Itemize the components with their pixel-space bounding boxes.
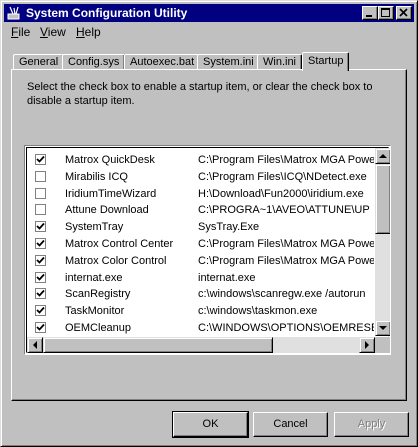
startup-item-checkbox[interactable] bbox=[35, 288, 46, 300]
checkmark-icon bbox=[36, 239, 45, 247]
startup-item-command: C:\Program Files\Matrox MGA PowerD bbox=[198, 154, 374, 166]
title-bar[interactable]: System Configuration Utility bbox=[4, 4, 414, 22]
startup-item-command: C:\Program Files\ICQ\NDetect.exe bbox=[198, 170, 367, 183]
startup-item-command: SysTray.Exe bbox=[198, 221, 260, 234]
menu-view-mnemonic: V bbox=[40, 25, 48, 39]
menu-bar: File View Help bbox=[4, 23, 414, 41]
menu-file-label: ile bbox=[18, 25, 31, 39]
scrollbar-corner bbox=[375, 337, 390, 353]
menu-help[interactable]: Help bbox=[76, 25, 101, 39]
scroll-right-button[interactable] bbox=[359, 337, 375, 353]
tab-general[interactable]: General bbox=[13, 54, 65, 70]
startup-item-name: Matrox Control Center bbox=[65, 237, 174, 250]
apply-label: Apply bbox=[357, 418, 386, 430]
minimize-icon bbox=[366, 15, 372, 17]
horizontal-scrollbar[interactable] bbox=[27, 337, 375, 353]
startup-item-command: C:\PROGRA~1\AVEO\ATTUNE\UP bbox=[198, 204, 370, 217]
tab-win-ini[interactable]: Win.ini bbox=[257, 54, 303, 70]
minimize-button[interactable] bbox=[362, 6, 378, 20]
scroll-down-button[interactable] bbox=[375, 320, 390, 336]
startup-item-name: TaskMonitor bbox=[65, 305, 125, 318]
startup-item-command: c:\windows\scanregw.exe /autorun bbox=[198, 288, 366, 301]
startup-item-checkbox[interactable] bbox=[35, 187, 46, 199]
startup-item-checkbox[interactable] bbox=[35, 170, 46, 182]
horizontal-scroll-thumb[interactable] bbox=[43, 337, 273, 353]
menu-file[interactable]: File bbox=[11, 25, 30, 39]
menu-view-label: iew bbox=[47, 25, 66, 39]
startup-item-command: H:\Download\Fun2000\iridium.exe bbox=[198, 187, 364, 200]
startup-item-checkbox[interactable] bbox=[35, 305, 46, 317]
ok-button[interactable]: OK bbox=[172, 411, 249, 438]
system-configuration-window: System Configuration Utility File View H… bbox=[0, 0, 418, 447]
startup-item-checkbox[interactable] bbox=[35, 221, 46, 233]
startup-item-row[interactable]: ScanRegistry c:\windows\scanregw.exe /aut… bbox=[27, 286, 374, 303]
maximize-button[interactable] bbox=[378, 6, 394, 20]
startup-item-command: C:\Program Files\Matrox MGA PowerD bbox=[198, 237, 374, 250]
close-button[interactable] bbox=[396, 6, 412, 20]
startup-item-row[interactable]: IridiumTimeWizard H:\Download\Fun2000\iri… bbox=[27, 186, 374, 203]
startup-item-row[interactable]: Matrox Control Center C:\Program Files\Ma… bbox=[27, 236, 374, 253]
ok-label: OK bbox=[202, 418, 219, 430]
tab-startup[interactable]: Startup bbox=[302, 52, 350, 71]
app-icon bbox=[7, 6, 20, 20]
startup-item-checkbox[interactable] bbox=[35, 154, 46, 165]
checkmark-icon bbox=[36, 323, 45, 331]
arrow-right-icon bbox=[365, 341, 369, 349]
startup-item-name: Matrox QuickDesk bbox=[65, 154, 155, 166]
window-title: System Configuration Utility bbox=[26, 6, 188, 20]
checkmark-icon bbox=[36, 223, 45, 230]
startup-item-row[interactable]: Attune Download C:\PROGRA~1\AVEO\ATTUNE\U… bbox=[27, 202, 374, 219]
cancel-button[interactable]: Cancel bbox=[253, 412, 328, 437]
startup-item-checkbox[interactable] bbox=[35, 271, 46, 283]
startup-item-row[interactable]: Matrox QuickDesk C:\Program Files\Matrox … bbox=[27, 152, 374, 169]
menu-view[interactable]: View bbox=[40, 25, 66, 39]
apply-button: Apply bbox=[334, 412, 409, 437]
menu-help-label: elp bbox=[84, 25, 101, 39]
startup-item-name: OEMCleanup bbox=[65, 321, 132, 334]
startup-item-name: Matrox Color Control bbox=[65, 254, 167, 267]
menu-help-mnemonic: H bbox=[76, 25, 85, 39]
startup-description: Select the check box to enable a startup… bbox=[27, 81, 373, 107]
startup-item-name: IridiumTimeWizard bbox=[65, 187, 157, 200]
maximize-icon bbox=[381, 8, 390, 17]
startup-item-checkbox[interactable] bbox=[35, 321, 46, 333]
startup-item-row[interactable]: SystemTray SysTray.Exe bbox=[27, 219, 374, 236]
startup-rows: Matrox QuickDesk C:\Program Files\Matrox … bbox=[27, 152, 374, 337]
startup-item-command: c:\windows\taskmon.exe bbox=[198, 305, 318, 318]
startup-item-name: SystemTray bbox=[65, 221, 124, 234]
scroll-up-button[interactable] bbox=[375, 148, 390, 164]
startup-item-row[interactable]: Mirabilis ICQ C:\Program Files\ICQ\NDetec… bbox=[27, 169, 374, 186]
arrow-up-icon bbox=[379, 154, 387, 158]
checkmark-icon bbox=[36, 155, 45, 163]
checkmark-icon bbox=[36, 290, 45, 298]
startup-item-name: Mirabilis ICQ bbox=[65, 170, 128, 183]
vertical-scrollbar[interactable] bbox=[375, 148, 390, 336]
close-icon bbox=[399, 8, 408, 17]
startup-item-row[interactable]: Matrox Color Control C:\Program Files\Mat… bbox=[27, 253, 374, 270]
startup-item-row[interactable]: internat.exe internat.exe bbox=[27, 270, 374, 287]
tab-system-ini[interactable]: System.ini bbox=[197, 54, 260, 70]
startup-item-name: internat.exe bbox=[65, 271, 123, 284]
startup-items-list[interactable]: Matrox QuickDesk C:\Program Files\Matrox … bbox=[24, 145, 391, 355]
startup-item-name: Attune Download bbox=[65, 204, 149, 217]
checkmark-icon bbox=[36, 307, 45, 314]
startup-item-command: internat.exe bbox=[198, 271, 256, 284]
cancel-label: Cancel bbox=[273, 418, 308, 430]
startup-item-checkbox[interactable] bbox=[35, 254, 46, 266]
arrow-down-icon bbox=[379, 326, 387, 330]
checkmark-icon bbox=[36, 256, 45, 264]
startup-item-command: C:\Program Files\Matrox MGA PowerD bbox=[198, 254, 374, 267]
scroll-left-button[interactable] bbox=[27, 337, 43, 353]
startup-item-checkbox[interactable] bbox=[35, 237, 46, 249]
arrow-left-icon bbox=[33, 341, 37, 349]
startup-item-row[interactable]: TaskMonitor c:\windows\taskmon.exe bbox=[27, 303, 374, 320]
startup-item-checkbox[interactable] bbox=[35, 204, 46, 216]
vertical-scroll-thumb[interactable] bbox=[375, 164, 390, 234]
tab-autoexec-bat[interactable]: Autoexec.bat bbox=[124, 54, 201, 70]
checkmark-icon bbox=[36, 273, 45, 281]
startup-item-name: ScanRegistry bbox=[65, 288, 131, 301]
startup-item-row[interactable]: OEMCleanup C:\WINDOWS\OPTIONS\OEMRESE bbox=[27, 320, 374, 337]
startup-item-command: C:\WINDOWS\OPTIONS\OEMRESE bbox=[198, 321, 374, 334]
tab-config-sys[interactable]: Config.sys bbox=[62, 54, 126, 70]
